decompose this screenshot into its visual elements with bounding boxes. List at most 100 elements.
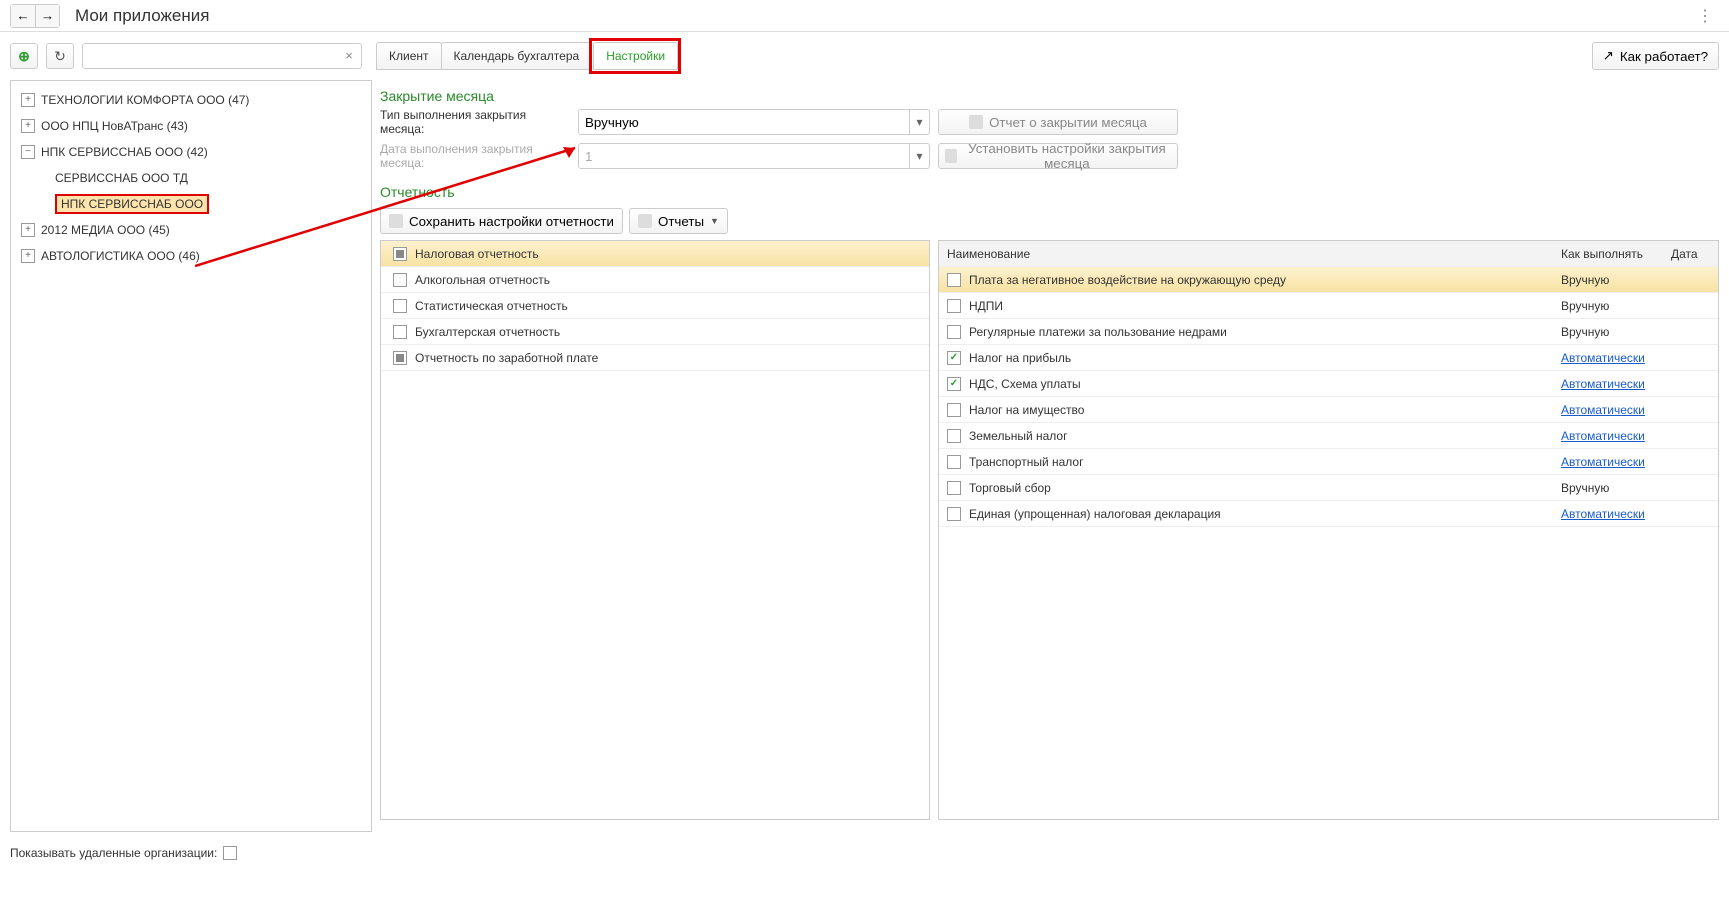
checkbox[interactable] (947, 429, 961, 443)
category-row[interactable]: Статистическая отчетность (381, 293, 929, 319)
checkbox-checked[interactable]: ✓ (947, 351, 961, 365)
closing-report-button[interactable]: Отчет о закрытии месяца (938, 109, 1178, 135)
checkbox[interactable] (947, 299, 961, 313)
grid-cell-name: Регулярные платежи за пользование недрам… (969, 325, 1227, 339)
checkbox[interactable] (947, 455, 961, 469)
grid-cell-name: Налог на прибыль (969, 351, 1071, 365)
grid-cell-name: Налог на имущество (969, 403, 1084, 417)
category-row[interactable]: Отчетность по заработной плате (381, 345, 929, 371)
grid-row[interactable]: Единая (упрощенная) налоговая декларация… (939, 501, 1718, 527)
tree-item[interactable]: + ТЕХНОЛОГИИ КОМФОРТА ООО (47) (11, 87, 371, 113)
checkbox-indeterminate[interactable] (393, 351, 407, 365)
how-it-works-button[interactable]: ↗ Как работает? (1592, 42, 1719, 70)
refresh-button[interactable]: ↻ (46, 43, 74, 69)
grid-cell-how[interactable]: Автоматически (1561, 377, 1645, 391)
category-row-selected[interactable]: Налоговая отчетность (381, 241, 929, 267)
grid-cell-how[interactable]: Автоматически (1561, 351, 1645, 365)
grid-cell-how[interactable]: Автоматически (1561, 403, 1645, 417)
grid-row[interactable]: Плата за негативное воздействие на окруж… (939, 267, 1718, 293)
category-row[interactable]: Бухгалтерская отчетность (381, 319, 929, 345)
closing-report-label: Отчет о закрытии месяца (989, 115, 1147, 130)
forward-button[interactable]: → (35, 5, 59, 27)
grid-header: Наименование Как выполнять Дата (939, 241, 1718, 267)
tree-item[interactable]: − НПК СЕРВИССНАБ ООО (42) (11, 139, 371, 165)
closing-settings-button[interactable]: Установить настройки закрытия месяца (938, 143, 1178, 169)
save-reporting-button[interactable]: Сохранить настройки отчетности (380, 208, 623, 234)
expand-icon[interactable]: + (21, 223, 35, 237)
checkbox[interactable] (947, 507, 961, 521)
checkbox[interactable] (947, 481, 961, 495)
tab-accountant-calendar[interactable]: Календарь бухгалтера (441, 42, 593, 70)
closing-type-label: Тип выполнения закрытия месяца: (380, 108, 570, 136)
tree-label: СЕРВИССНАБ ООО ТД (55, 171, 188, 185)
grid-row[interactable]: Земельный налогАвтоматически (939, 423, 1718, 449)
closing-date-input (579, 144, 909, 168)
grid-row[interactable]: ✓ НДС, Схема уплаты Автоматически (939, 371, 1718, 397)
tree-item[interactable]: + ООО НПЦ НовАТранс (43) (11, 113, 371, 139)
reports-dropdown[interactable]: Отчеты ▼ (629, 208, 728, 234)
tree-label: ООО НПЦ НовАТранс (43) (41, 119, 188, 133)
grid-row[interactable]: Транспортный налогАвтоматически (939, 449, 1718, 475)
tab-settings-highlight: Настройки (589, 38, 681, 74)
tree-item[interactable]: + 2012 МЕДИА ООО (45) (11, 217, 371, 243)
tree-item[interactable]: + АВТОЛОГИСТИКА ООО (46) (11, 243, 371, 269)
col-how-header[interactable]: Как выполнять (1553, 247, 1663, 261)
plus-icon: ⊕ (18, 48, 30, 65)
collapse-icon[interactable]: − (21, 145, 35, 159)
col-name-header[interactable]: Наименование (939, 247, 1553, 261)
category-label: Отчетность по заработной плате (415, 351, 598, 365)
checkbox[interactable] (947, 325, 961, 339)
grid-row[interactable]: Налог на имущество Автоматически (939, 397, 1718, 423)
grid-cell-name: Единая (упрощенная) налоговая декларация (969, 507, 1221, 521)
closing-settings-label: Установить настройки закрытия месяца (963, 141, 1171, 171)
org-tree[interactable]: + ТЕХНОЛОГИИ КОМФОРТА ООО (47) + ООО НПЦ… (10, 80, 372, 832)
tree-item-selected[interactable]: НПК СЕРВИССНАБ ООО (11, 191, 371, 217)
grid-row[interactable]: НДПИВручную (939, 293, 1718, 319)
chart-icon (638, 214, 652, 228)
grid-cell-name: НДС, Схема уплаты (969, 377, 1081, 391)
refresh-icon: ↻ (54, 48, 66, 65)
grid-cell-how: Вручную (1561, 325, 1609, 339)
grid-cell-how: Вручную (1561, 299, 1609, 313)
show-deleted-checkbox[interactable] (223, 846, 237, 860)
checkbox[interactable] (947, 273, 961, 287)
search-input[interactable] (82, 43, 362, 69)
back-button[interactable]: ← (11, 5, 35, 27)
tab-settings[interactable]: Настройки (593, 42, 678, 70)
checkbox-indeterminate[interactable] (393, 247, 407, 261)
tree-label: АВТОЛОГИСТИКА ООО (46) (41, 249, 200, 263)
add-button[interactable]: ⊕ (10, 43, 38, 69)
closing-type-combo[interactable]: ▾ (578, 109, 930, 135)
checkbox-checked[interactable]: ✓ (947, 377, 961, 391)
clear-icon[interactable]: × (340, 46, 358, 64)
grid-cell-how[interactable]: Автоматически (1561, 429, 1645, 443)
checkbox[interactable] (393, 325, 407, 339)
grid-cell-how[interactable]: Автоматически (1561, 507, 1645, 521)
grid-row[interactable]: Торговый сборВручную (939, 475, 1718, 501)
arrow-right-icon: → (41, 8, 54, 23)
expand-icon[interactable]: + (21, 93, 35, 107)
tree-item[interactable]: СЕРВИССНАБ ООО ТД (11, 165, 371, 191)
closing-type-input[interactable] (579, 110, 909, 134)
chevron-down-icon[interactable]: ▾ (909, 110, 929, 134)
checkbox[interactable] (947, 403, 961, 417)
checkbox[interactable] (393, 273, 407, 287)
category-row[interactable]: Алкогольная отчетность (381, 267, 929, 293)
expand-icon[interactable]: + (21, 249, 35, 263)
grid-cell-how[interactable]: Автоматически (1561, 455, 1645, 469)
how-it-works-label: Как работает? (1620, 49, 1708, 64)
grid-row[interactable]: Регулярные платежи за пользование недрам… (939, 319, 1718, 345)
grid-cell-how: Вручную (1561, 481, 1609, 495)
page-title: Мои приложения (75, 6, 209, 26)
checkbox[interactable] (393, 299, 407, 313)
save-icon (945, 149, 957, 163)
kebab-menu-icon[interactable]: ⋮ (1691, 6, 1719, 26)
category-label: Статистическая отчетность (415, 299, 568, 313)
expand-icon[interactable]: + (21, 119, 35, 133)
col-date-header[interactable]: Дата (1663, 247, 1718, 261)
reports-grid: Наименование Как выполнять Дата Плата за… (938, 240, 1719, 820)
category-label: Налоговая отчетность (415, 247, 539, 261)
tab-client[interactable]: Клиент (376, 42, 442, 70)
tree-label-highlighted: НПК СЕРВИССНАБ ООО (55, 194, 209, 214)
grid-row[interactable]: ✓ Налог на прибыль Автоматически (939, 345, 1718, 371)
